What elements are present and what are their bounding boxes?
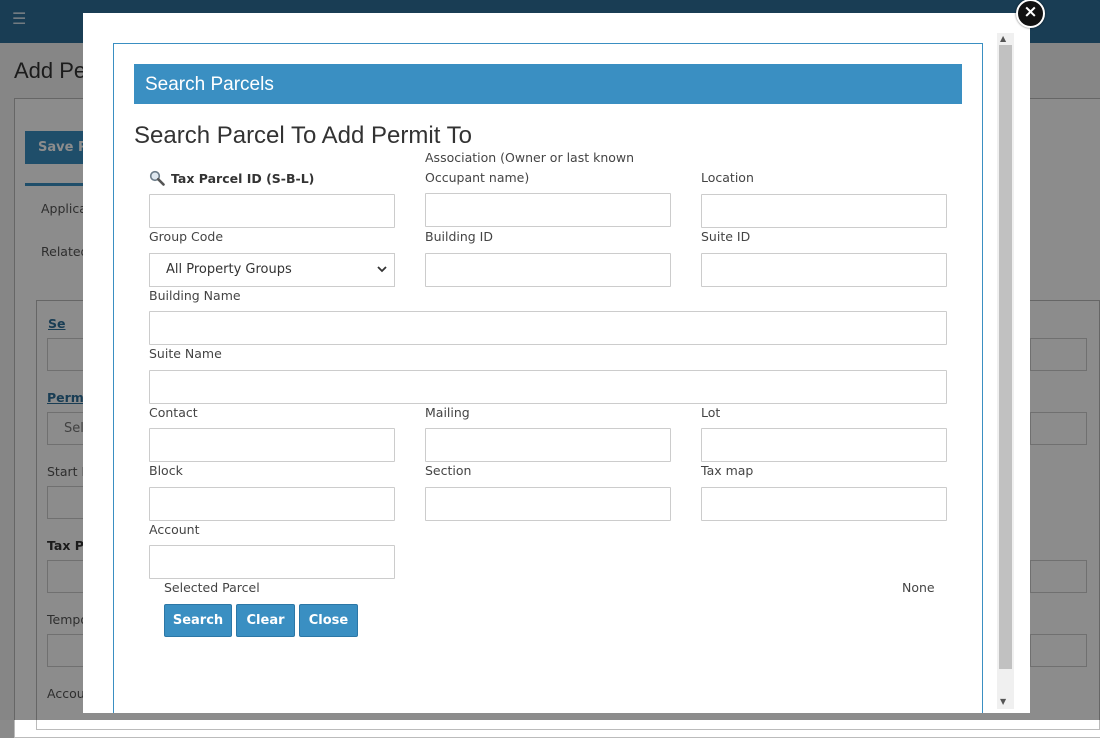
building-id-label: Building ID xyxy=(425,229,493,244)
close-icon[interactable]: × xyxy=(1016,0,1045,28)
close-button[interactable]: Close xyxy=(299,604,358,637)
modal-header: Search Parcels xyxy=(134,64,962,104)
location-input[interactable] xyxy=(701,194,947,228)
contact-label: Contact xyxy=(149,405,198,420)
group-code-label: Group Code xyxy=(149,229,224,244)
scroll-down-arrow-icon[interactable]: ▼ xyxy=(1000,697,1006,706)
building-name-label: Building Name xyxy=(149,288,241,303)
search-parcels-modal: ▲ ▼ Search Parcels Search Parcel To Add … xyxy=(83,13,1030,713)
modal-title: Search Parcel To Add Permit To xyxy=(134,122,472,149)
suite-name-input[interactable] xyxy=(149,370,947,404)
location-label: Location xyxy=(701,170,754,185)
suite-id-label: Suite ID xyxy=(701,229,751,244)
tax-map-label: Tax map xyxy=(701,463,754,478)
scroll-up-arrow-icon[interactable]: ▲ xyxy=(1000,34,1006,43)
mailing-label: Mailing xyxy=(425,405,470,420)
account-input[interactable] xyxy=(149,545,395,579)
building-id-input[interactable] xyxy=(425,253,671,287)
search-button[interactable]: Search xyxy=(164,604,232,637)
association-input[interactable] xyxy=(425,193,671,227)
tax-parcel-label: Tax Parcel ID (S-B-L) xyxy=(149,169,314,189)
section-input[interactable] xyxy=(425,487,671,521)
lot-input[interactable] xyxy=(701,428,947,462)
block-label: Block xyxy=(149,463,183,478)
association-label-line2: Occupant name) xyxy=(425,170,530,185)
tax-parcel-input[interactable] xyxy=(149,194,395,228)
magnifier-icon xyxy=(149,170,165,186)
selected-parcel-label: Selected Parcel xyxy=(164,580,260,595)
contact-input[interactable] xyxy=(149,428,395,462)
tax-parcel-label-text: Tax Parcel ID (S-B-L) xyxy=(171,171,315,186)
block-input[interactable] xyxy=(149,487,395,521)
tax-map-input[interactable] xyxy=(701,487,947,521)
scroll-thumb[interactable] xyxy=(999,45,1012,669)
lot-label: Lot xyxy=(701,405,721,420)
mailing-input[interactable] xyxy=(425,428,671,462)
association-label-line1: Association (Owner or last known xyxy=(425,150,635,165)
group-code-select[interactable]: All Property Groups xyxy=(149,253,395,287)
account-label: Account xyxy=(149,522,200,537)
suite-name-label: Suite Name xyxy=(149,346,222,361)
group-code-selected-value: All Property Groups xyxy=(166,262,292,277)
modal-scrollbar[interactable]: ▲ ▼ xyxy=(997,33,1014,709)
chevron-down-icon xyxy=(377,266,387,273)
clear-button[interactable]: Clear xyxy=(236,604,295,637)
selected-parcel-value: None xyxy=(902,580,935,595)
suite-id-input[interactable] xyxy=(701,253,947,287)
building-name-input[interactable] xyxy=(149,311,947,345)
section-label: Section xyxy=(425,463,472,478)
